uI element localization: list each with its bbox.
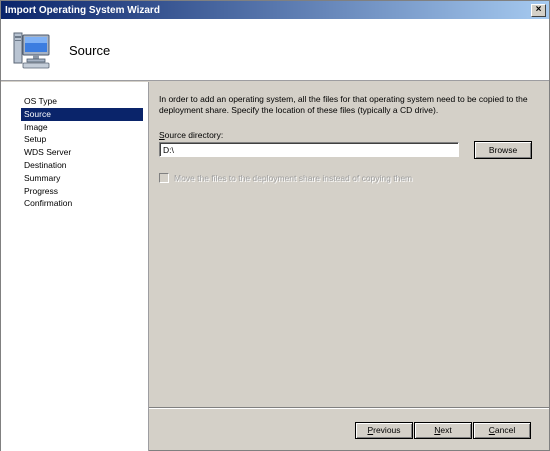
sidebar-item-source[interactable]: Source [21,107,143,121]
computer-icon [13,32,50,69]
move-files-label: Move the files to the deployment share i… [174,173,413,183]
sidebar-item-destination[interactable]: Destination [21,159,143,172]
sidebar-item-image[interactable]: Image [21,121,143,134]
sidebar-item-summary[interactable]: Summary [21,172,143,185]
move-files-checkbox[interactable] [159,173,169,183]
sidebar-item-confirmation[interactable]: Confirmation [21,197,143,210]
source-directory-label: Source directory: [159,130,224,140]
previous-button[interactable]: Previous [355,422,413,439]
page-title: Source [69,43,111,58]
next-button[interactable]: Next [414,422,472,439]
close-icon: × [535,4,542,15]
sidebar-item-setup[interactable]: Setup [21,133,143,146]
wizard-steps-sidebar: OS Type Source Image Setup WDS Server De… [1,82,148,451]
sidebar-item-wds-server[interactable]: WDS Server [21,146,143,159]
main-content: In order to add an operating system, all… [149,82,549,408]
title-bar[interactable]: Import Operating System Wizard × [1,1,549,19]
move-files-option[interactable]: Move the files to the deployment share i… [159,173,412,183]
source-directory-input[interactable] [159,142,459,157]
sidebar-item-progress[interactable]: Progress [21,185,143,198]
footer-divider [149,407,549,409]
cancel-button[interactable]: Cancel [473,422,531,439]
wizard-window: Import Operating System Wizard × Source … [0,0,550,451]
intro-text: In order to add an operating system, all… [159,94,528,115]
wizard-header: Source [1,19,549,81]
window-title: Import Operating System Wizard [5,4,160,16]
sidebar-item-os-type[interactable]: OS Type [21,95,143,108]
close-button[interactable]: × [531,3,546,17]
steps-list: OS Type Source Image Setup WDS Server De… [21,95,143,210]
browse-button[interactable]: Browse [474,141,532,159]
